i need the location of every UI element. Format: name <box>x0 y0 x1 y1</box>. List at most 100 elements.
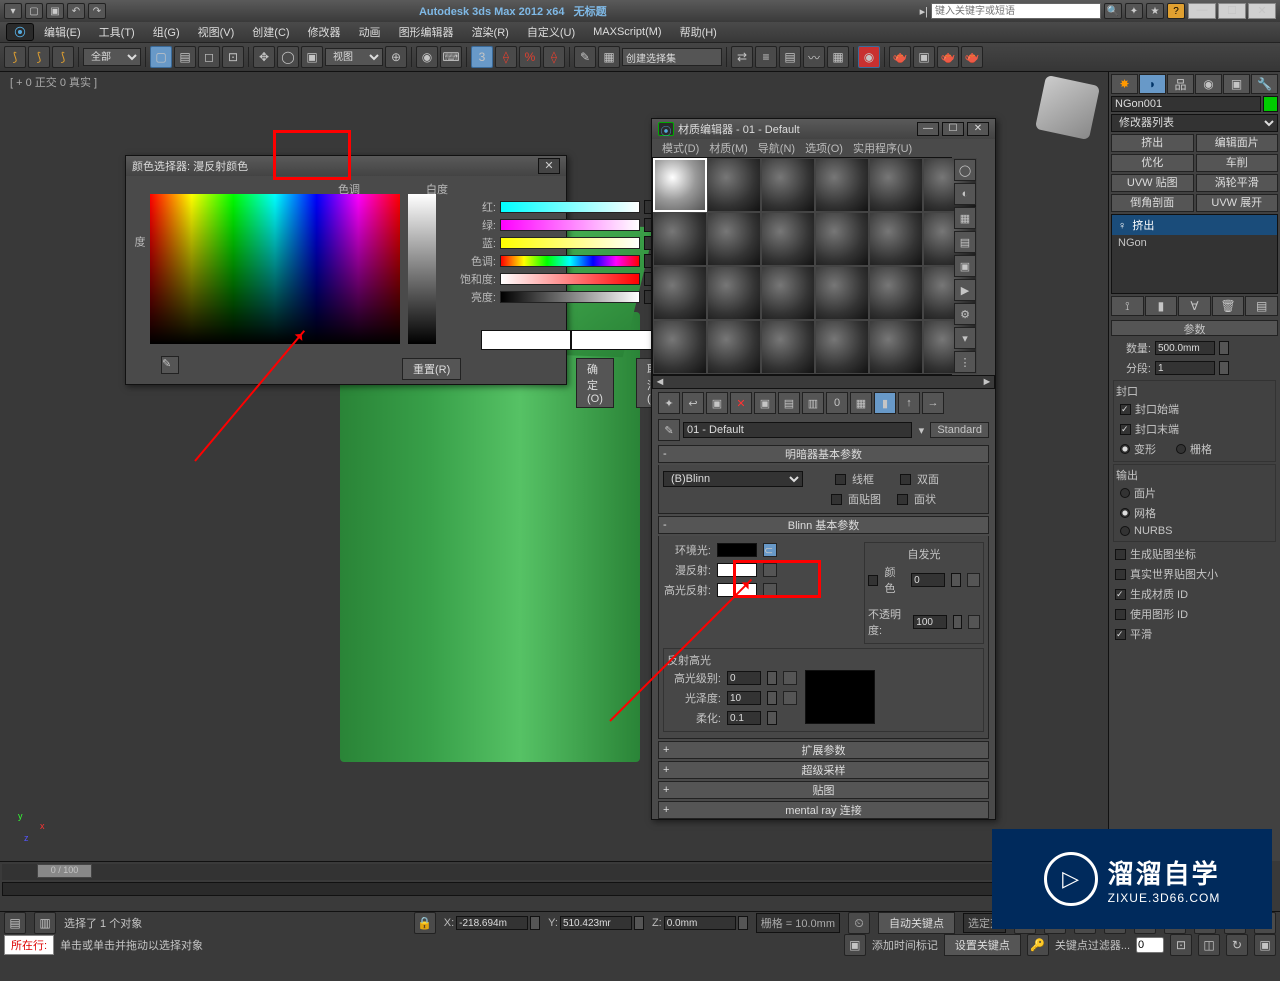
menu-grapheditors[interactable]: 图形编辑器 <box>391 22 462 42</box>
nav-max2-icon[interactable]: ▣ <box>1254 934 1276 956</box>
help-icon[interactable]: ? <box>1167 3 1185 19</box>
wire-checkbox[interactable] <box>835 474 846 485</box>
speclevel-value[interactable] <box>727 671 761 685</box>
snap-toggle-icon[interactable]: 3 <box>471 46 493 68</box>
object-name-input[interactable] <box>1111 96 1261 112</box>
realworld-checkbox[interactable] <box>1115 569 1126 580</box>
named-sel-icon[interactable]: ▦ <box>598 46 620 68</box>
slot-scroll-left[interactable]: ◄ <box>653 376 667 388</box>
scale-icon[interactable]: ▣ <box>301 46 323 68</box>
menu-views[interactable]: 视图(V) <box>190 22 243 42</box>
put-lib-icon[interactable]: ▥ <box>802 392 824 414</box>
help-search-input[interactable] <box>931 3 1101 19</box>
nurbs-radio[interactable] <box>1120 526 1130 536</box>
color-gradient[interactable] <box>500 273 640 285</box>
mod-lathe-button[interactable]: 车削 <box>1196 154 1279 172</box>
mat-id-icon[interactable]: 0 <box>826 392 848 414</box>
named-selection-input[interactable] <box>622 48 722 66</box>
mentalray-rollup[interactable]: +mental ray 连接 <box>658 801 989 819</box>
material-slot[interactable] <box>653 158 707 212</box>
gloss-value[interactable] <box>727 691 761 705</box>
speclevel-map-button[interactable] <box>783 671 797 685</box>
render-prod-icon[interactable]: 🫖 <box>961 46 983 68</box>
qat-open-icon[interactable]: ▢ <box>25 3 43 19</box>
nav-zoomext-icon[interactable]: ⊡ <box>1170 934 1192 956</box>
keyboard-shortcut-icon[interactable]: ⌨ <box>440 46 462 68</box>
menu-edit[interactable]: 编辑(E) <box>36 22 89 42</box>
coord-x-spinner[interactable] <box>530 916 540 930</box>
amount-value[interactable] <box>1155 341 1215 355</box>
coord-z-spinner[interactable] <box>738 916 748 930</box>
mesh-radio[interactable] <box>1120 508 1130 518</box>
selfillum-spinner[interactable] <box>951 573 961 587</box>
material-slot[interactable] <box>707 320 761 374</box>
genmap-checkbox[interactable] <box>1115 549 1126 560</box>
menu-customize[interactable]: 自定义(U) <box>519 22 583 42</box>
whiteness-bar[interactable] <box>408 194 436 344</box>
mat-map-nav-icon[interactable]: ⋮ <box>954 351 976 373</box>
time-tag-icon[interactable]: ▣ <box>844 934 866 956</box>
reset-button[interactable]: 重置(R) <box>402 358 461 380</box>
selfillum-color-checkbox[interactable] <box>868 575 878 586</box>
mod-uvwmap-button[interactable]: UVW 贴图 <box>1111 174 1194 192</box>
eyedropper-icon[interactable]: ✎ <box>161 356 179 374</box>
capstart-checkbox[interactable] <box>1120 404 1131 415</box>
material-slot[interactable] <box>815 212 869 266</box>
material-slot[interactable] <box>815 158 869 212</box>
autokey-button[interactable]: 自动关键点 <box>878 912 955 934</box>
color-gradient[interactable] <box>500 255 640 267</box>
gloss-spinner[interactable] <box>767 691 777 705</box>
mat-menu-navigation[interactable]: 导航(N) <box>754 139 799 157</box>
material-slot[interactable] <box>761 158 815 212</box>
selfillum-value[interactable] <box>911 573 945 587</box>
menu-rendering[interactable]: 渲染(R) <box>464 22 517 42</box>
get-material-icon[interactable]: ✦ <box>658 392 680 414</box>
window-crossing-icon[interactable]: ⊡ <box>222 46 244 68</box>
useshape-checkbox[interactable] <box>1115 609 1126 620</box>
backlight-icon[interactable]: ◐ <box>954 183 976 205</box>
modifier-list-select[interactable]: 修改器列表 <box>1111 114 1278 132</box>
preview-icon[interactable]: ▶ <box>954 279 976 301</box>
supersample-rollup[interactable]: +超级采样 <box>658 761 989 779</box>
reset-icon[interactable]: ✕ <box>730 392 752 414</box>
add-time-tag[interactable]: 添加时间标记 <box>872 937 938 953</box>
mod-uvwunwrap-button[interactable]: UVW 展开 <box>1196 194 1279 212</box>
maximize-button[interactable]: ☐ <box>1218 3 1246 19</box>
pivot-icon[interactable]: ⊕ <box>385 46 407 68</box>
qat-new-icon[interactable]: ▾ <box>4 3 22 19</box>
object-color-swatch[interactable] <box>1263 96 1278 112</box>
move-icon[interactable]: ✥ <box>253 46 275 68</box>
make-unique2-icon[interactable]: ∀ <box>1178 296 1211 316</box>
material-slot[interactable] <box>761 320 815 374</box>
opacity-map-button[interactable] <box>968 615 980 629</box>
ref-coord-system[interactable]: 视图 <box>325 48 383 66</box>
setkey-button[interactable]: 设置关键点 <box>944 934 1021 956</box>
modifier-stack[interactable]: ♀ 挤出 NGon <box>1111 214 1278 294</box>
nav-roll-icon[interactable]: ↻ <box>1226 934 1248 956</box>
material-slot[interactable] <box>653 320 707 374</box>
patch-radio[interactable] <box>1120 488 1130 498</box>
search-go-icon[interactable]: 🔍 <box>1104 3 1122 19</box>
stack-item-extrude[interactable]: ♀ 挤出 <box>1112 215 1277 235</box>
make-copy-icon[interactable]: ▣ <box>754 392 776 414</box>
material-type-button[interactable]: Standard <box>930 422 989 438</box>
qat-save-icon[interactable]: ▣ <box>46 3 64 19</box>
menu-tools[interactable]: 工具(T) <box>91 22 143 42</box>
tab-utilities-icon[interactable]: 🔧 <box>1251 74 1278 94</box>
percent-snap-icon[interactable]: % <box>519 46 541 68</box>
select-object-icon[interactable]: ▢ <box>150 46 172 68</box>
mat-minimize-button[interactable]: — <box>917 122 939 136</box>
shader-rollup-header[interactable]: -明暗器基本参数 <box>658 445 989 463</box>
material-slot[interactable] <box>653 266 707 320</box>
put-back-icon[interactable]: ↩ <box>682 392 704 414</box>
ambient-swatch[interactable] <box>717 543 757 557</box>
close-button[interactable]: ✕ <box>1248 3 1276 19</box>
bind-icon[interactable]: ⟆ <box>52 46 74 68</box>
frame-input[interactable] <box>1136 937 1164 953</box>
material-slot[interactable] <box>707 158 761 212</box>
mod-optimize-button[interactable]: 优化 <box>1111 154 1194 172</box>
morph-radio[interactable] <box>1120 444 1130 454</box>
select-by-name-icon[interactable]: ▤ <box>174 46 196 68</box>
material-slot[interactable] <box>707 212 761 266</box>
mirror-icon[interactable]: ⇄ <box>731 46 753 68</box>
